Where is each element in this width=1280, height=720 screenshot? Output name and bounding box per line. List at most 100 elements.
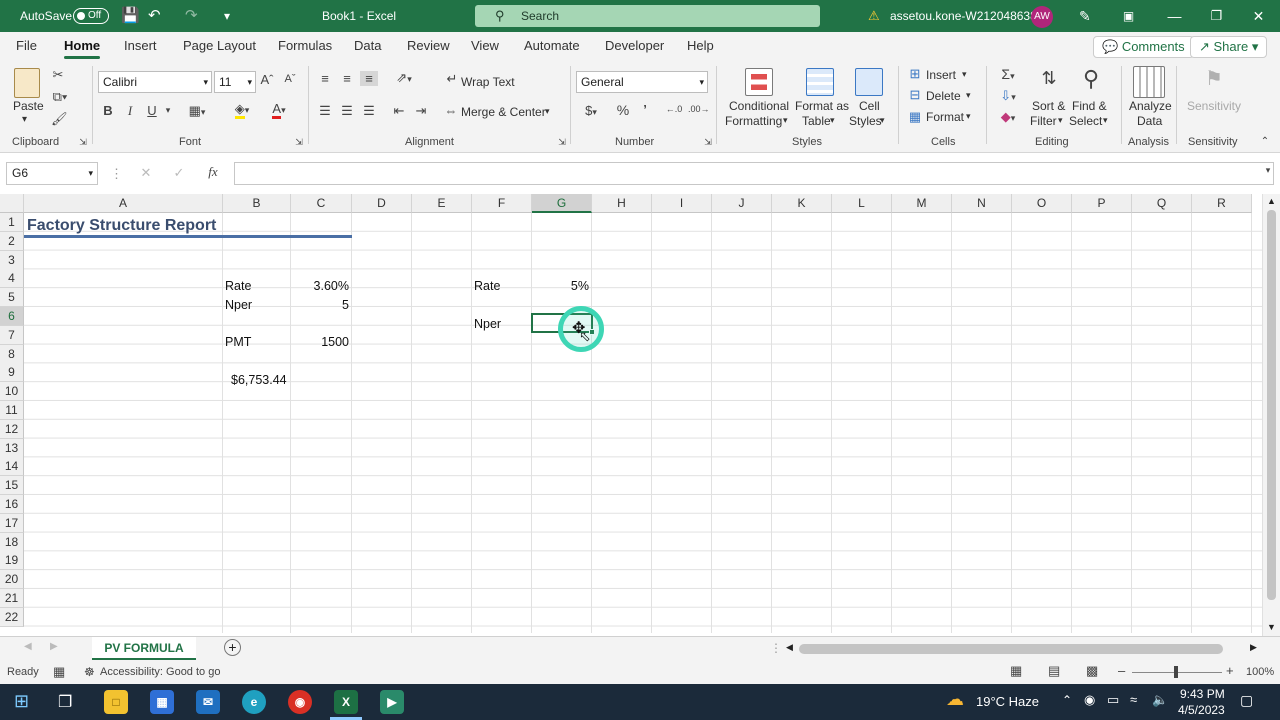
- save-icon[interactable]: 💾: [121, 0, 140, 32]
- align-center-icon[interactable]: ☰: [339, 103, 355, 119]
- cancel-icon[interactable]: ✕: [140, 165, 152, 181]
- align-left-icon[interactable]: ☰: [317, 103, 333, 119]
- prev-sheet-icon[interactable]: ◀: [24, 641, 32, 652]
- font-color-icon[interactable]: A▾: [266, 101, 292, 119]
- cut-icon[interactable]: ✂: [51, 67, 65, 83]
- tab-insert[interactable]: Insert: [124, 32, 157, 60]
- borders-icon[interactable]: ▦▾: [186, 103, 208, 119]
- row-header-1[interactable]: 1: [0, 213, 24, 232]
- mail-icon[interactable]: ✉: [196, 690, 220, 714]
- cell-styles-icon[interactable]: [855, 68, 883, 96]
- tab-home[interactable]: Home: [64, 32, 101, 60]
- sort-filter-label[interactable]: Sort &: [1032, 99, 1065, 113]
- sort-filter-label-2[interactable]: Filter: [1030, 114, 1057, 128]
- increase-font-icon[interactable]: Aˆ: [259, 72, 275, 87]
- search-box[interactable]: ⚲ Search: [475, 5, 820, 27]
- weather-text[interactable]: 19°C Haze: [976, 694, 1039, 709]
- accessibility-status[interactable]: Accessibility: Good to go: [100, 666, 220, 678]
- currency-icon[interactable]: $▾: [580, 103, 602, 118]
- vertical-scrollbar[interactable]: ▲ ▼: [1262, 194, 1280, 636]
- chevron-down-icon[interactable]: ▾: [966, 111, 971, 122]
- edge-icon[interactable]: e: [242, 690, 266, 714]
- pen-icon[interactable]: ✎: [1079, 0, 1091, 32]
- row-header-12[interactable]: 12: [0, 419, 24, 439]
- scroll-up-icon[interactable]: ▲: [1267, 196, 1276, 206]
- analyze-data-label-2[interactable]: Data: [1137, 114, 1162, 128]
- font-name-dropdown[interactable]: Calibri ▾: [98, 71, 212, 93]
- share-button[interactable]: ↗ Share ▾: [1190, 36, 1268, 58]
- column-header-f[interactable]: F: [472, 194, 532, 213]
- tab-review[interactable]: Review: [407, 32, 450, 60]
- number-launcher-icon[interactable]: ⇲: [703, 137, 713, 148]
- column-header-g[interactable]: G: [532, 194, 592, 213]
- bold-button[interactable]: B: [102, 103, 114, 118]
- page-break-icon[interactable]: ▩: [1086, 663, 1098, 679]
- scroll-left-icon[interactable]: ◀: [786, 642, 793, 653]
- customize-toolbar-icon[interactable]: ▾: [224, 0, 230, 32]
- merge-center-button[interactable]: Merge & Center: [461, 105, 546, 119]
- excel-icon[interactable]: X: [334, 690, 358, 714]
- column-header-a[interactable]: A: [24, 194, 223, 213]
- cell-c4[interactable]: 3.60%: [293, 277, 349, 296]
- clipboard-launcher-icon[interactable]: ⇲: [78, 137, 88, 148]
- cell-b4[interactable]: Rate: [225, 277, 251, 296]
- network-icon[interactable]: ▭: [1107, 692, 1119, 708]
- chrome-icon[interactable]: ◉: [288, 690, 312, 714]
- collapse-ribbon-icon[interactable]: ⌃: [1258, 136, 1272, 147]
- cell-g4[interactable]: 5%: [533, 277, 589, 296]
- insert-cells-icon[interactable]: ⊞: [907, 66, 923, 82]
- sort-filter-icon[interactable]: ⇅: [1034, 68, 1064, 89]
- restore-button[interactable]: ❐: [1194, 0, 1239, 32]
- insert-function-icon[interactable]: fx: [205, 164, 221, 180]
- delete-cells-icon[interactable]: ⊟: [907, 87, 923, 103]
- increase-decimal-icon[interactable]: ←.0: [664, 104, 684, 114]
- autosave-toggle[interactable]: Off: [73, 8, 109, 24]
- close-button[interactable]: ✕: [1236, 0, 1280, 32]
- insert-cells-button[interactable]: Insert: [926, 68, 956, 82]
- expand-formula-icon[interactable]: ▾: [1262, 165, 1274, 176]
- windows-start-icon[interactable]: ⊞: [14, 691, 29, 712]
- column-header-b[interactable]: B: [223, 194, 291, 213]
- row-header-13[interactable]: 13: [0, 438, 24, 458]
- decrease-decimal-icon[interactable]: .00→: [688, 104, 710, 114]
- conditional-formatting-label-2[interactable]: Formatting: [725, 114, 782, 128]
- paste-icon[interactable]: [14, 68, 40, 98]
- sensitivity-button[interactable]: Sensitivity: [1187, 99, 1241, 113]
- row-header-21[interactable]: 21: [0, 589, 24, 608]
- font-launcher-icon[interactable]: ⇲: [294, 137, 304, 148]
- account-name[interactable]: assetou.kone-W212048638: [890, 0, 1037, 32]
- column-header-m[interactable]: M: [892, 194, 952, 213]
- row-header-7[interactable]: 7: [0, 325, 24, 345]
- chevron-down-icon[interactable]: ▾: [962, 69, 967, 80]
- tab-file[interactable]: File: [16, 32, 37, 60]
- row-header-11[interactable]: 11: [0, 401, 24, 420]
- row-header-9[interactable]: 9: [0, 363, 24, 383]
- conditional-formatting-label[interactable]: Conditional: [729, 99, 789, 113]
- fill-color-icon[interactable]: ◈▾: [230, 101, 254, 119]
- align-middle-icon[interactable]: ≡: [339, 71, 355, 86]
- page-layout-icon[interactable]: ▤: [1048, 663, 1060, 679]
- analyze-data-label[interactable]: Analyze: [1129, 99, 1172, 113]
- chevron-down-icon[interactable]: ▾: [162, 105, 174, 116]
- paste-label[interactable]: Paste: [13, 99, 44, 113]
- autosum-icon[interactable]: Σ▾: [995, 66, 1021, 82]
- fill-icon[interactable]: ⇩▾: [995, 88, 1021, 104]
- alignment-launcher-icon[interactable]: ⇲: [557, 137, 567, 148]
- row-header-4[interactable]: 4: [0, 269, 24, 289]
- name-box[interactable]: G6 ▾: [6, 162, 98, 185]
- cell-styles-label-2[interactable]: Styles: [849, 114, 882, 128]
- column-header-p[interactable]: P: [1072, 194, 1132, 213]
- chevron-down-icon[interactable]: ▾: [545, 106, 550, 117]
- tab-data[interactable]: Data: [354, 32, 381, 60]
- cell-b5[interactable]: Nper: [225, 296, 252, 315]
- clear-icon[interactable]: ◆▾: [995, 109, 1021, 125]
- next-sheet-icon[interactable]: ▶: [50, 641, 58, 652]
- volume-icon[interactable]: 🔈: [1152, 692, 1168, 708]
- row-header-14[interactable]: 14: [0, 457, 24, 477]
- format-cells-icon[interactable]: ▦: [907, 109, 923, 125]
- zoom-level[interactable]: 100%: [1246, 666, 1274, 678]
- macro-record-icon[interactable]: ▦: [53, 664, 65, 680]
- sensitivity-icon[interactable]: ⚑: [1200, 66, 1228, 91]
- row-header-20[interactable]: 20: [0, 570, 24, 590]
- increase-indent-icon[interactable]: ⇥: [413, 103, 429, 119]
